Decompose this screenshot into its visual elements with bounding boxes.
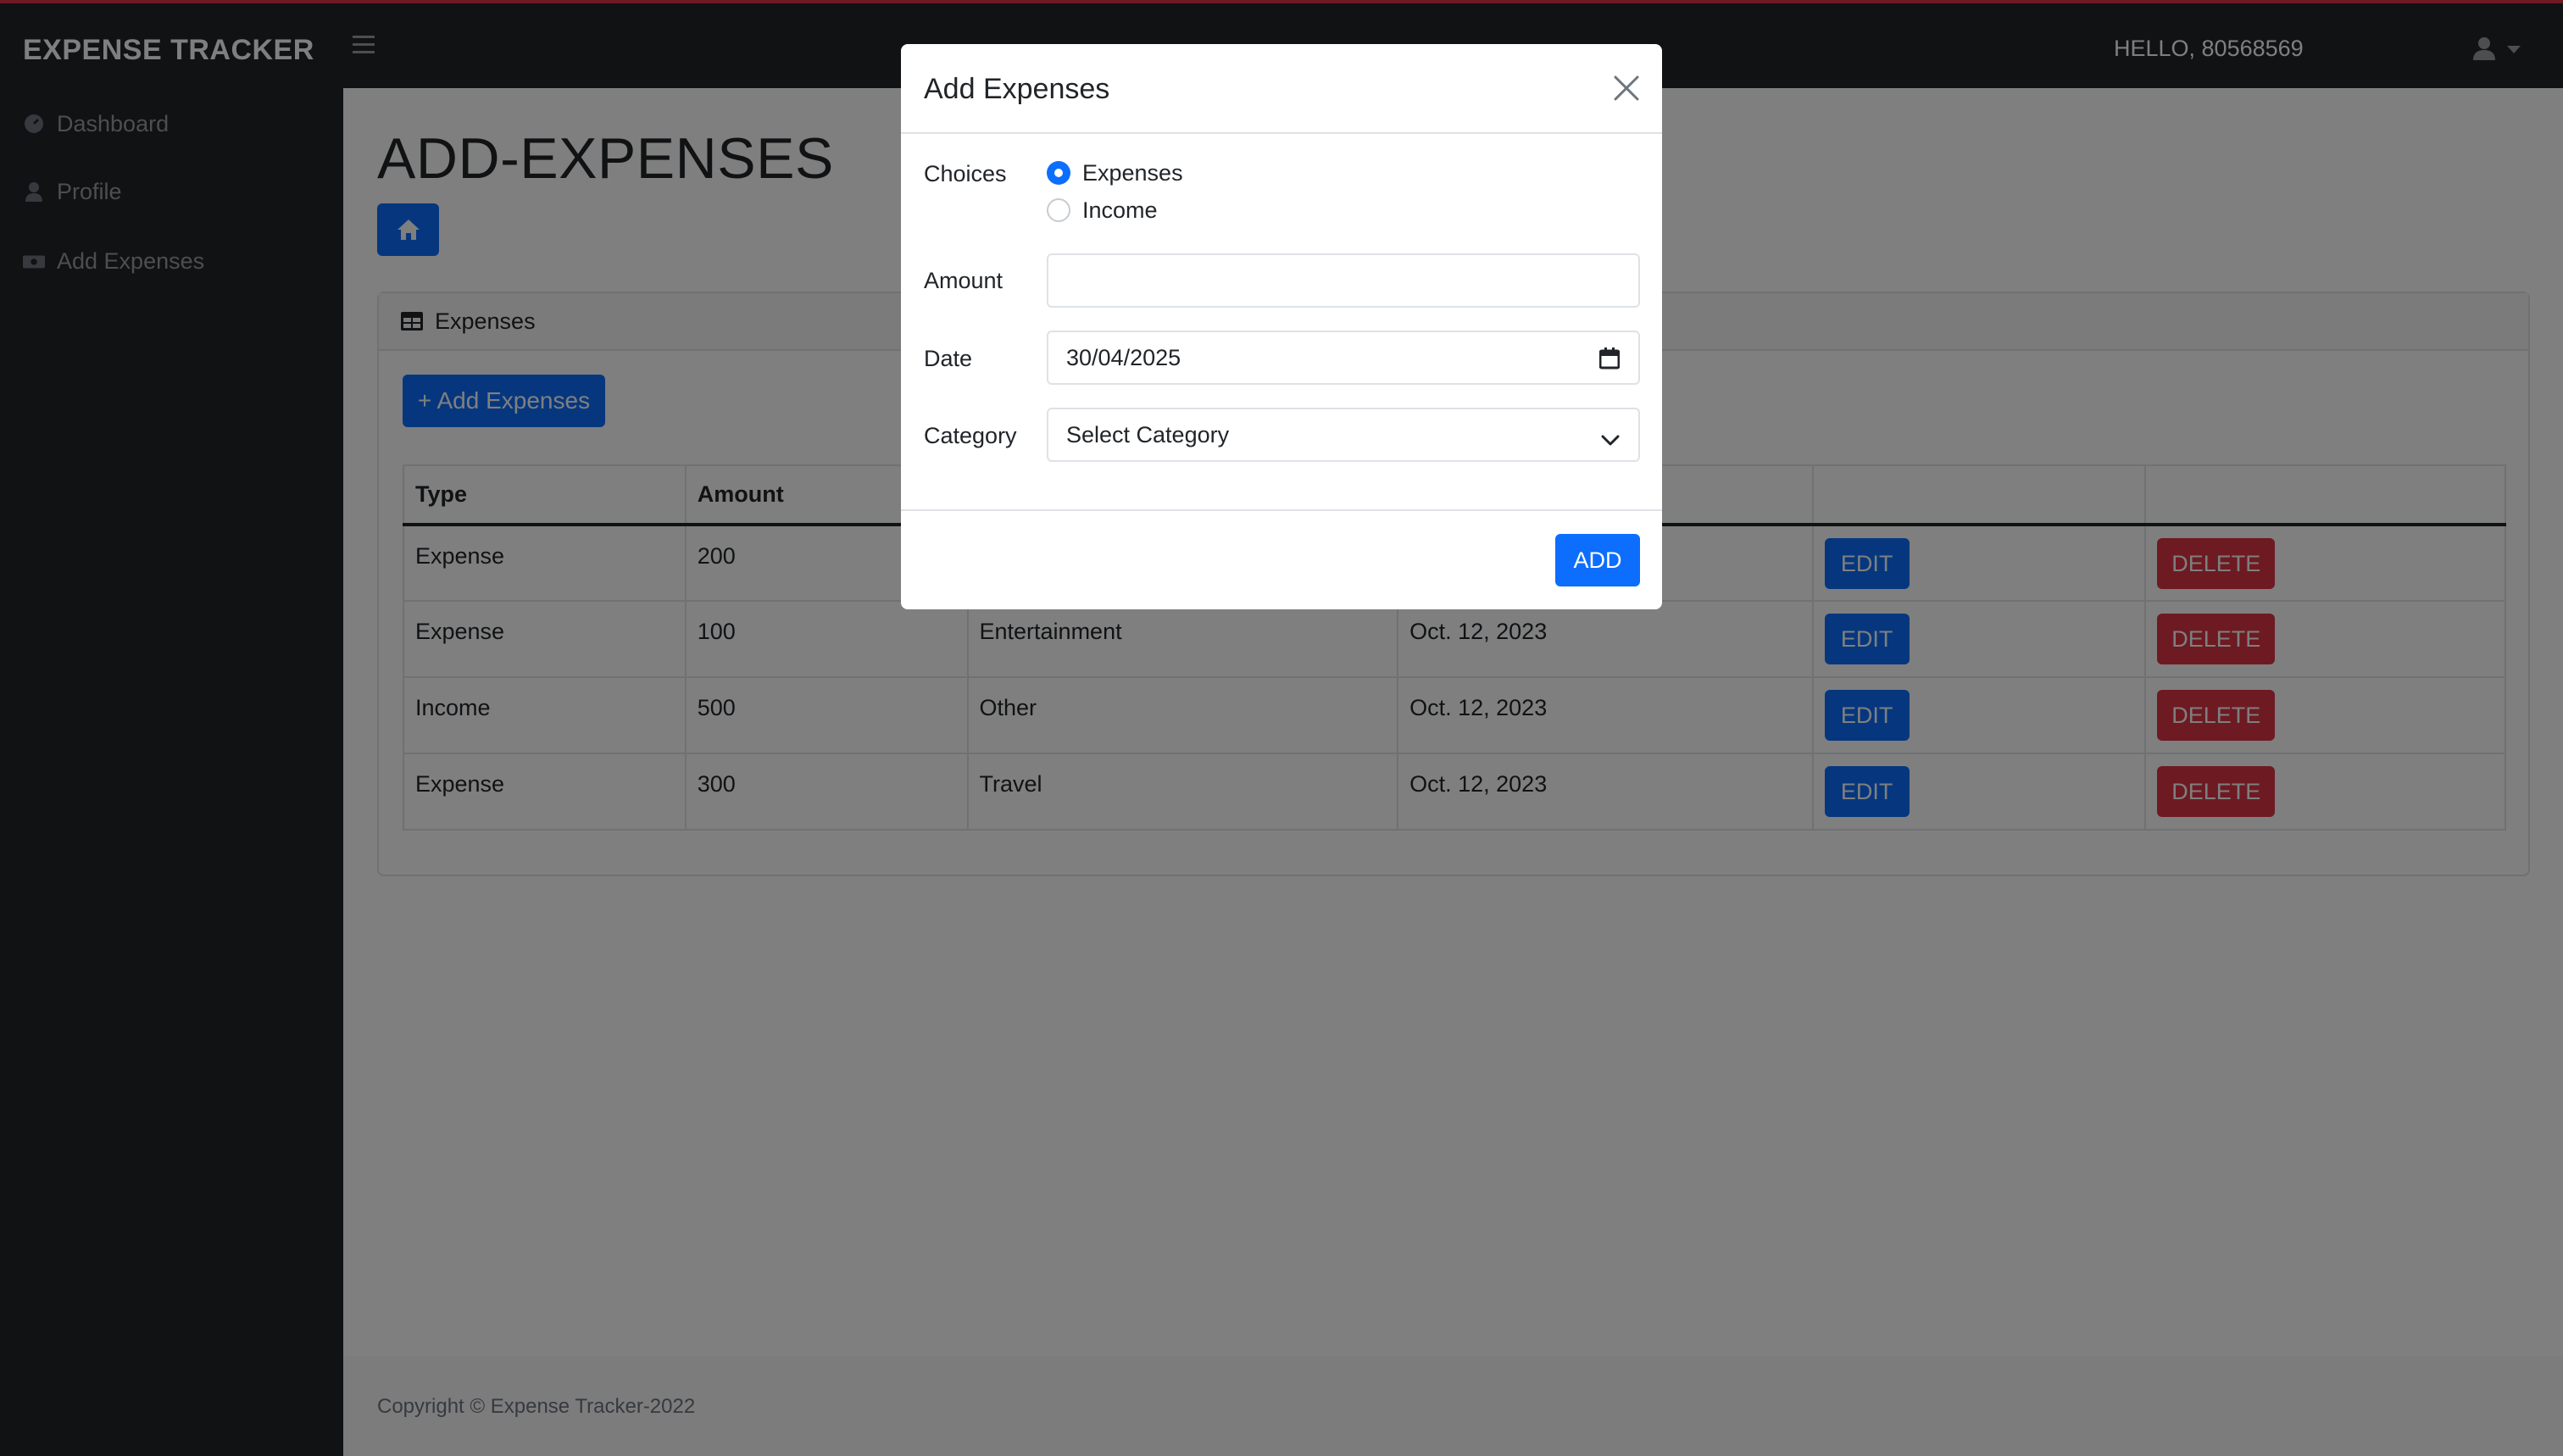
close-icon[interactable] <box>1611 73 1642 103</box>
radio-selected-icon[interactable] <box>1047 161 1070 185</box>
date-value: 30/04/2025 <box>1066 344 1181 370</box>
add-submit-button[interactable]: ADD <box>1555 534 1640 586</box>
radio-label-income: Income <box>1082 197 1158 223</box>
date-label: Date <box>924 346 973 371</box>
modal-title: Add Expenses <box>924 73 1110 105</box>
radio-unselected-icon[interactable] <box>1047 198 1070 222</box>
modal-footer: ADD <box>901 509 1662 609</box>
category-label: Category <box>924 423 1017 448</box>
category-select[interactable]: Select Category <box>1047 408 1640 462</box>
choices-label: Choices <box>924 161 1007 186</box>
add-expenses-modal: Add Expenses Choices Expenses Income Amo… <box>901 44 1662 609</box>
modal-header: Add Expenses <box>901 44 1662 134</box>
date-input[interactable]: 30/04/2025 <box>1047 331 1640 385</box>
category-selected-value: Select Category <box>1066 421 1230 447</box>
amount-input[interactable] <box>1047 253 1640 308</box>
radio-expenses[interactable]: Expenses <box>1047 159 1183 186</box>
amount-label: Amount <box>924 268 1004 293</box>
calendar-icon[interactable] <box>1598 347 1621 375</box>
radio-label-expenses: Expenses <box>1082 159 1183 186</box>
chevron-down-icon <box>1601 426 1620 453</box>
radio-income[interactable]: Income <box>1047 197 1158 224</box>
